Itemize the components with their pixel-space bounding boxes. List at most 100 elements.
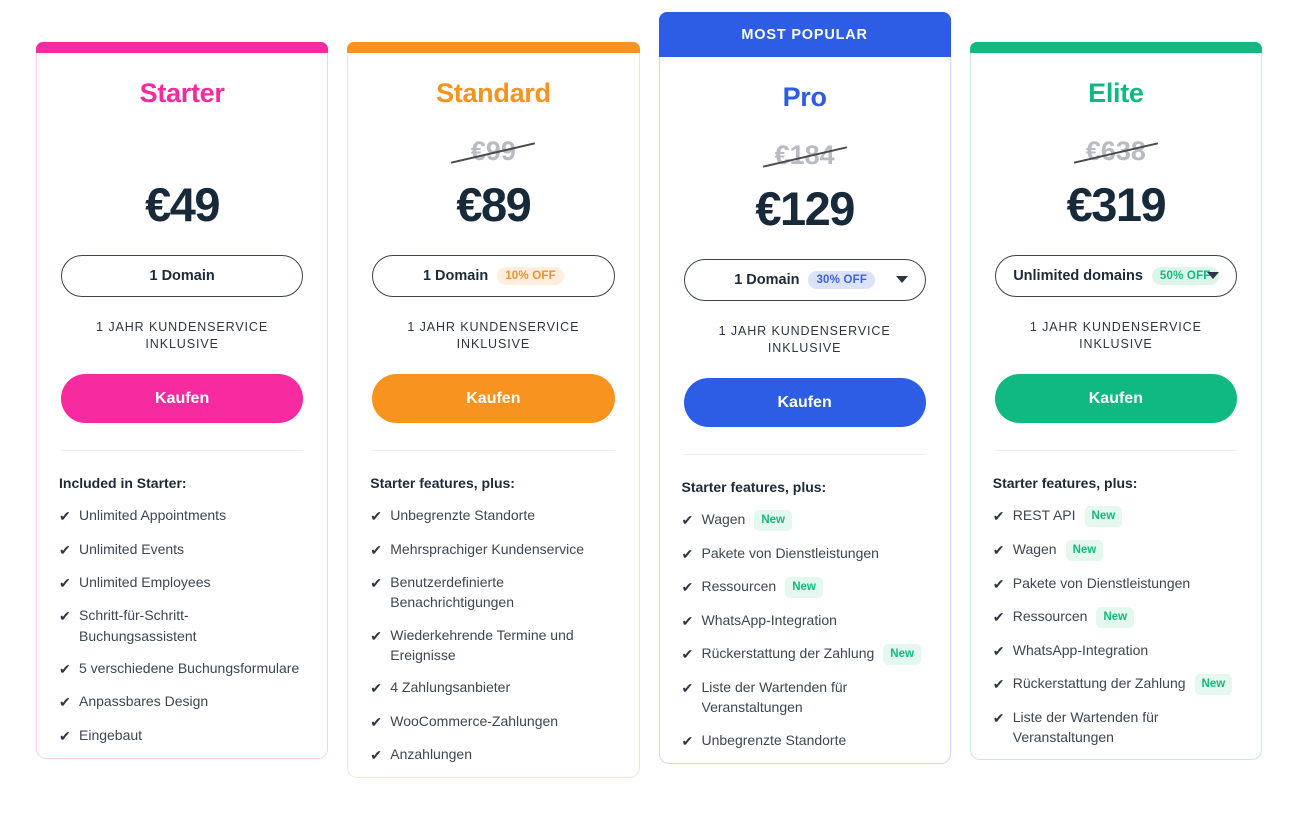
feature-item: ✔ Pakete von Dienstleistungen xyxy=(993,573,1237,594)
feature-label: Rückerstattung der Zahlung xyxy=(1012,675,1186,692)
features-title: Starter features, plus: xyxy=(370,475,515,492)
buy-button[interactable]: Kaufen xyxy=(372,374,615,424)
feature-text-wrap: Rückerstattung der Zahlung New xyxy=(1012,673,1233,695)
pricing-card-pro: MOST POPULARPro€184€1291 Domain30% OFF1 … xyxy=(658,12,951,764)
feature-label: REST API xyxy=(1012,507,1076,524)
plan-name: Standard xyxy=(436,78,551,108)
domain-selector[interactable]: 1 Domain 10% OFF xyxy=(372,254,615,297)
original-price: €99 xyxy=(451,135,536,169)
feature-item: ✔ REST API New xyxy=(992,505,1237,528)
features-title: Starter features, plus: xyxy=(992,475,1138,492)
feature-item: ✔ Liste der Wartenden für Veranstaltungen xyxy=(993,707,1237,748)
card-body: Pro €184 €129 1 Domain 30% OFF 1 JAHR KUNDENS… xyxy=(658,57,951,764)
check-icon: ✔ xyxy=(59,727,71,744)
accent-bar xyxy=(347,42,640,53)
domain-selector-label: 1 Domain xyxy=(149,267,215,284)
feature-label: Unlimited Events xyxy=(79,540,185,557)
feature-text-wrap: 4 Zahlungsanbieter xyxy=(390,677,510,697)
feature-label: Benutzerdefinierte Benachrichtigungen xyxy=(390,574,515,611)
feature-item: ✔ Ressourcen New xyxy=(993,606,1237,628)
new-badge: New xyxy=(754,510,792,532)
feature-text-wrap: Pakete von Dienstleistungen xyxy=(702,543,879,563)
feature-item: ✔ Schritt-für-Schritt-Buchungsassistent xyxy=(59,605,303,646)
card-header: Elite €638 €319 Unlimited domains50% OFF 1 J… xyxy=(971,53,1261,452)
service-note: 1 JAHR KUNDENSERVICE INKLUSIVE xyxy=(407,319,580,351)
feature-text-wrap: Eingebaut xyxy=(79,725,142,745)
feature-label: Pakete von Dienstleistungen xyxy=(701,545,879,562)
chevron-down-icon[interactable] xyxy=(1207,272,1219,280)
feature-item: ✔ Unbegrenzte Standorte xyxy=(682,730,926,751)
feature-label: 4 Zahlungsanbieter xyxy=(390,679,511,696)
check-icon: ✔ xyxy=(681,613,694,630)
features-section: Starter features, plus: ✔ Unbegrenzte Stan… xyxy=(348,451,638,777)
buy-button[interactable]: Kaufen xyxy=(683,378,926,428)
card-header: Standard €99 €89 1 Domain 10% OFF 1 JAHR KUND… xyxy=(348,53,638,452)
domain-selector[interactable]: 1 Domain xyxy=(61,254,304,297)
service-note: 1 JAHR KUNDENSERVICE INKLUSIVE xyxy=(1029,319,1202,351)
feature-text-wrap: Unbegrenzte Standorte xyxy=(702,730,847,750)
check-icon: ✔ xyxy=(370,680,382,697)
feature-label: Anzahlungen xyxy=(390,745,472,762)
new-badge: New xyxy=(1194,674,1233,695)
card-body: Standard €99 €89 1 Domain 10% OFF 1 JAHR KUND… xyxy=(347,53,640,779)
feature-label: Ressourcen xyxy=(701,578,777,595)
buy-button[interactable]: Kaufen xyxy=(994,374,1237,424)
feature-text-wrap: Liste der Wartenden für Veranstaltungen xyxy=(702,677,926,718)
features-title: Included in Starter: xyxy=(59,475,187,492)
plan-name: Pro xyxy=(782,82,827,112)
feature-item: ✔ 4 Zahlungsanbieter xyxy=(370,677,614,698)
buy-button[interactable]: Kaufen xyxy=(61,374,304,424)
card-header: Starter €49 1 Domain 1 JAHR KUNDENSERVICE I… xyxy=(37,53,327,452)
feature-label: Wagen xyxy=(701,511,746,528)
accent-bar xyxy=(36,42,329,53)
feature-label: Anpassbares Design xyxy=(79,693,209,710)
feature-text-wrap: Pakete von Dienstleistungen xyxy=(1013,573,1190,593)
feature-text-wrap: Benutzerdefinierte Benachrichtigungen xyxy=(390,572,614,613)
feature-label: Unbegrenzte Standorte xyxy=(390,507,536,524)
pricing-card-starter: Starter €49 1 Domain 1 JAHR KUNDENSERVICE I… xyxy=(36,42,329,759)
current-price: €89 xyxy=(456,177,531,231)
feature-item: ✔ Pakete von Dienstleistungen xyxy=(682,543,926,564)
feature-item: ✔ Eingebaut xyxy=(59,725,303,746)
pricing-card-standard: Standard €99 €89 1 Domain 10% OFF 1 JAHR KUND… xyxy=(347,42,640,779)
feature-text-wrap: Wagen New xyxy=(1013,539,1104,561)
discount-badge: 30% OFF xyxy=(808,270,876,289)
current-price: €319 xyxy=(1066,177,1167,231)
check-icon: ✔ xyxy=(59,575,71,592)
feature-label: Ressourcen xyxy=(1012,608,1088,625)
check-icon: ✔ xyxy=(681,680,694,697)
domain-selector[interactable]: Unlimited domains 50% OFF xyxy=(994,254,1237,297)
new-badge: New xyxy=(1065,540,1104,561)
feature-text-wrap: Unlimited Appointments xyxy=(79,505,226,525)
pricing-cards-container: Starter €49 1 Domain 1 JAHR KUNDENSERVICE I… xyxy=(0,0,1298,779)
check-icon: ✔ xyxy=(681,732,694,749)
feature-item: ✔ Unbegrenzte Standorte xyxy=(370,505,614,526)
feature-item: ✔ Wagen New xyxy=(682,509,926,532)
feature-item: ✔ Benutzerdefinierte Benachrichtigungen xyxy=(370,572,614,613)
feature-text-wrap: Mehrsprachiger Kundenservice xyxy=(390,539,584,559)
check-icon: ✔ xyxy=(992,508,1005,525)
check-icon: ✔ xyxy=(59,694,71,711)
feature-item: ✔ Mehrsprachiger Kundenservice xyxy=(370,539,614,560)
feature-item: ✔ Wagen New xyxy=(993,539,1237,561)
chevron-down-icon[interactable] xyxy=(895,276,908,284)
feature-label: Unbegrenzte Standorte xyxy=(701,731,847,748)
plan-name: Starter xyxy=(139,78,225,108)
feature-text-wrap: Wiederkehrende Termine und Ereignisse xyxy=(390,625,614,666)
domain-selector[interactable]: 1 Domain 30% OFF xyxy=(683,258,926,301)
feature-text-wrap: REST API New xyxy=(1012,505,1123,528)
feature-label: WooCommerce-Zahlungen xyxy=(390,712,559,729)
feature-label: WhatsApp-Integration xyxy=(701,612,837,629)
service-note: 1 JAHR KUNDENSERVICE INKLUSIVE xyxy=(718,323,891,355)
feature-text-wrap: Liste der Wartenden für Veranstaltungen xyxy=(1013,707,1237,748)
original-price xyxy=(147,135,217,169)
check-icon: ✔ xyxy=(992,609,1005,626)
feature-text-wrap: Ressourcen New xyxy=(1012,606,1135,628)
feature-item: ✔ WhatsApp-Integration xyxy=(993,640,1237,661)
feature-item: ✔ Unlimited Events xyxy=(59,539,303,560)
check-icon: ✔ xyxy=(59,508,71,525)
feature-item: ✔ Unlimited Employees xyxy=(59,572,303,593)
card-body: Starter €49 1 Domain 1 JAHR KUNDENSERVICE I… xyxy=(36,53,329,759)
check-icon: ✔ xyxy=(370,746,382,763)
domain-selector-label: 1 Domain xyxy=(422,267,489,284)
